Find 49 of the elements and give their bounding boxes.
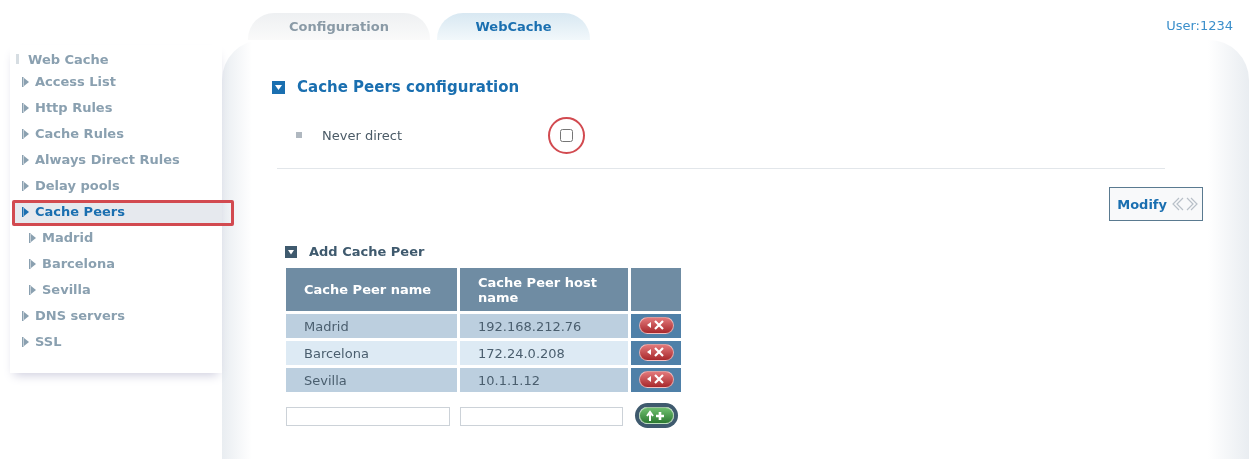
nav-item[interactable]: Barcelona [14,252,222,275]
tab[interactable]: Configuration [248,13,430,40]
arrow-icon [22,310,29,321]
table-cell: Madrid [286,314,457,338]
arrow-icon [29,258,36,269]
arrow-icon [22,102,29,113]
bullet-icon [296,132,302,138]
section-title: Add Cache Peer [309,244,425,259]
arrow-icon [29,232,36,243]
column-header: Cache Peer name [286,268,457,311]
arrow-icon [22,154,29,165]
arrow-icon [22,180,29,191]
bullet-icon [16,54,19,64]
delete-button[interactable] [638,316,674,334]
table-cell: Barcelona [286,341,457,365]
modify-button[interactable]: Modify [1109,187,1203,221]
table-cell: 10.1.1.12 [460,368,628,392]
chevrons-icon [1171,196,1199,212]
table-cell: 172.24.0.208 [460,341,628,365]
table-cell: 192.168.212.76 [460,314,628,338]
option-label: Never direct [322,127,404,143]
nav-item[interactable]: Always Direct Rules [14,148,222,171]
input-field[interactable] [286,407,450,426]
user-label: User:1234 [1166,18,1233,33]
delete-button[interactable] [638,370,674,388]
column-header [631,268,681,311]
nav-item[interactable]: Cache Rules [14,122,222,145]
nav-item[interactable]: SSL [14,330,222,353]
nav-item[interactable]: Sevilla [14,278,222,301]
tab[interactable]: WebCache [437,13,590,40]
collapse-icon[interactable] [272,80,285,94]
table-cell: Sevilla [286,368,457,392]
nav-item[interactable]: Delay pools [14,174,222,197]
arrow-icon [22,128,29,139]
collapse-icon[interactable] [285,245,297,258]
delete-button[interactable] [638,343,674,361]
nav-item[interactable]: Http Rules [14,96,222,119]
sidebar-title: Web Cache [28,51,109,67]
input-field[interactable] [460,407,623,426]
column-header: Cache Peer host name [460,268,628,311]
nav-item[interactable]: Madrid [14,226,222,249]
section-title: Cache Peers configuration [297,78,520,96]
nav-item[interactable]: Access List [14,70,222,93]
checkbox[interactable] [560,128,573,142]
nav-item[interactable]: DNS servers [14,304,222,327]
arrow-icon [29,284,36,295]
arrow-icon [22,336,29,347]
arrow-icon [22,76,29,87]
arrow-icon [22,206,29,217]
